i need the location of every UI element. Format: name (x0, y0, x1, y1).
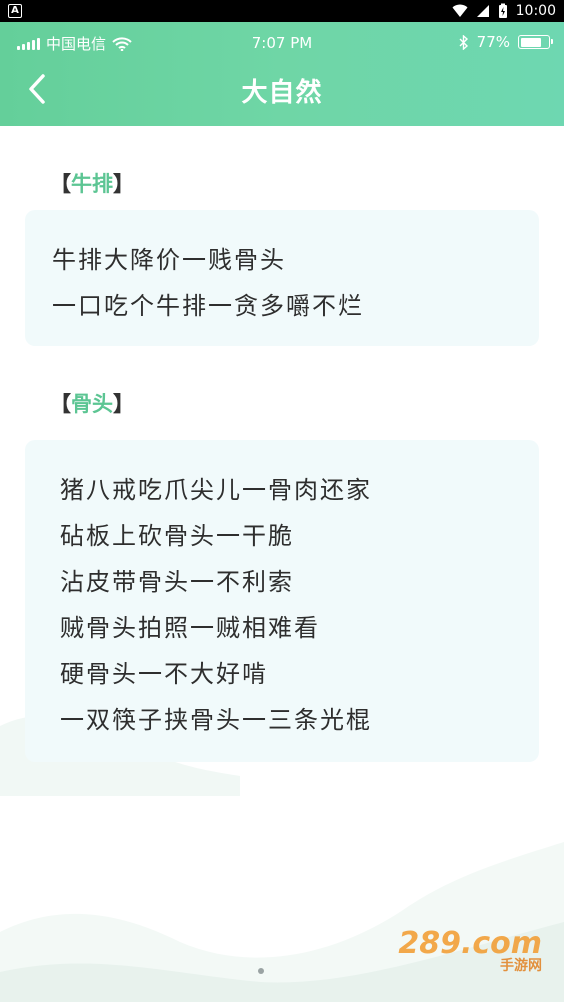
page-indicator-dot (258, 968, 264, 974)
content-area: 【牛排】 牛排大降价一贱骨头 一口吃个牛排一贪多嚼不烂 【骨头】 猪八戒吃爪尖儿… (0, 126, 564, 1002)
riddle-line: 砧板上砍骨头一干脆 (60, 522, 294, 550)
section-heading-bone: 【骨头】 (50, 392, 134, 416)
riddle-line: 硬骨头一不大好啃 (60, 660, 268, 688)
ios-status-bar: 中国电信 7:07 PM 77% (0, 30, 564, 58)
section-heading-steak: 【牛排】 (50, 172, 134, 196)
riddle-line: 一口吃个牛排一贪多嚼不烂 (52, 292, 364, 320)
android-clock: 10:00 (515, 3, 556, 19)
riddle-line: 一双筷子挟骨头一三条光棍 (60, 706, 372, 734)
cell-signal-icon (476, 5, 489, 17)
app-header: 中国电信 7:07 PM 77% 大自然 (0, 22, 564, 126)
bluetooth-icon (459, 34, 468, 50)
battery-icon (518, 35, 553, 49)
section-keyword: 牛排 (71, 172, 113, 196)
battery-charging-icon (498, 3, 507, 18)
notification-a-icon: A (8, 4, 22, 18)
navigation-bar: 大自然 (0, 66, 564, 112)
wifi-icon (452, 4, 468, 17)
riddle-line: 贼骨头拍照一贼相难看 (60, 614, 320, 642)
riddle-line: 猪八戒吃爪尖儿一骨肉还家 (60, 476, 372, 504)
android-status-bar: A 10:00 (0, 0, 564, 22)
site-watermark-logo: 289.com 手游网 (398, 926, 542, 974)
battery-percent: 77% (476, 33, 510, 51)
riddle-card-bone: 猪八戒吃爪尖儿一骨肉还家 砧板上砍骨头一干脆 沾皮带骨头一不利索 贼骨头拍照一贼… (25, 440, 539, 762)
riddle-line: 沾皮带骨头一不利索 (60, 568, 294, 596)
riddle-card-steak: 牛排大降价一贱骨头 一口吃个牛排一贪多嚼不烂 (25, 210, 539, 346)
section-keyword: 骨头 (71, 392, 113, 416)
page-title: 大自然 (241, 78, 323, 108)
battery-level-fill (520, 37, 542, 47)
riddle-line: 牛排大降价一贱骨头 (52, 246, 286, 274)
